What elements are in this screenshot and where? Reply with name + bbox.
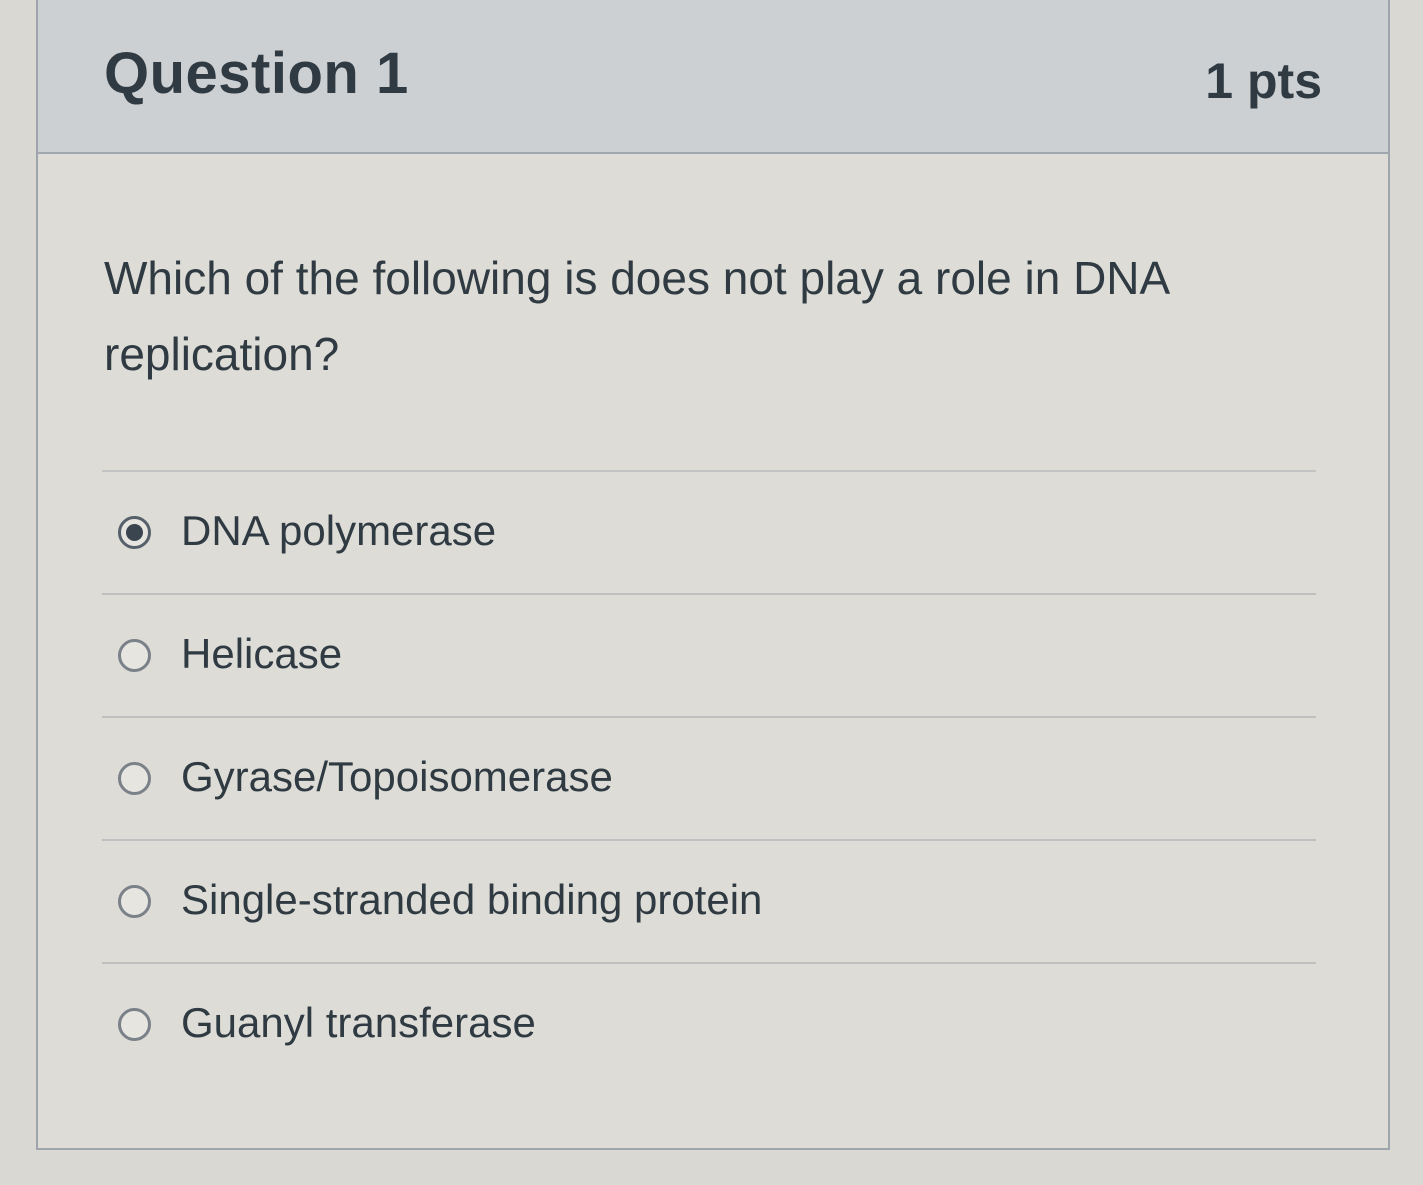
radio-checked-icon[interactable] xyxy=(118,516,151,549)
question-header: Question 1 1 pts xyxy=(38,0,1388,154)
answer-option-dna-polymerase[interactable]: DNA polymerase xyxy=(102,470,1316,593)
question-text: Which of the following is does not play … xyxy=(104,252,1168,380)
answer-option-single-stranded-binding-protein[interactable]: Single-stranded binding protein xyxy=(102,839,1316,962)
answer-option-guanyl-transferase[interactable]: Guanyl transferase xyxy=(102,962,1316,1085)
radio-unchecked-icon[interactable] xyxy=(118,885,151,918)
question-title: Question 1 xyxy=(104,41,409,106)
radio-unchecked-icon[interactable] xyxy=(118,1008,151,1041)
radio-unchecked-icon[interactable] xyxy=(118,639,151,672)
question-card: Question 1 1 pts Which of the following … xyxy=(36,0,1390,1150)
answer-label: Helicase xyxy=(181,629,343,677)
answer-label: DNA polymerase xyxy=(181,506,497,554)
answer-option-gyrase-topoisomerase[interactable]: Gyrase/Topoisomerase xyxy=(102,716,1316,839)
answer-label: Guanyl transferase xyxy=(181,998,536,1046)
answer-list: DNA polymerase Helicase Gyrase/Topoisome… xyxy=(102,470,1316,1085)
answer-label: Gyrase/Topoisomerase xyxy=(181,752,613,800)
answer-label: Single-stranded binding protein xyxy=(181,875,763,923)
answer-option-helicase[interactable]: Helicase xyxy=(102,593,1316,716)
radio-unchecked-icon[interactable] xyxy=(118,762,151,795)
question-points: 1 pts xyxy=(1205,53,1322,109)
